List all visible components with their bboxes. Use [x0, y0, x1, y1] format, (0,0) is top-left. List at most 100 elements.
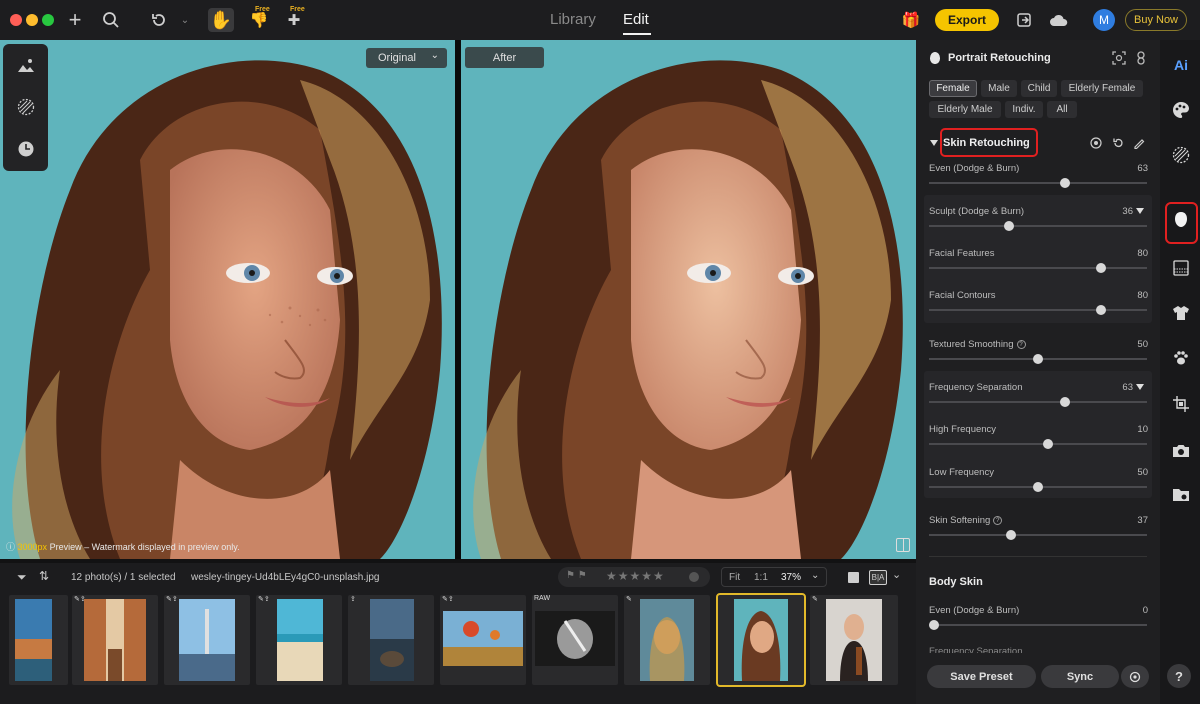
chevron-down-icon[interactable]: ⌄: [892, 568, 901, 581]
reset-icon[interactable]: [1112, 136, 1124, 148]
grain-texture-icon[interactable]: [15, 96, 37, 118]
filter-icon[interactable]: ⏷: [17, 570, 27, 585]
hand-tool-icon[interactable]: ✋: [208, 8, 234, 32]
zoom-window-button[interactable]: [42, 14, 54, 26]
slider-low-frequency[interactable]: [929, 482, 1147, 492]
slider-label-cut: Frequency Separation: [929, 646, 1023, 653]
slider-body-even[interactable]: [929, 620, 1147, 630]
sync-settings-gear-icon[interactable]: [1121, 665, 1149, 688]
camera-icon[interactable]: [1172, 442, 1190, 460]
expand-triangle-icon[interactable]: [1136, 384, 1144, 390]
edited-badge-icon: ⇪: [350, 596, 356, 603]
expand-triangle-icon[interactable]: [1136, 208, 1144, 214]
split-view-icon[interactable]: [896, 538, 910, 552]
slider-knob[interactable]: [1004, 221, 1014, 231]
chip-female[interactable]: Female: [929, 80, 977, 97]
cloud-sync-icon[interactable]: [1046, 8, 1072, 32]
link-icon[interactable]: [1134, 51, 1148, 65]
before-after-view-button[interactable]: B|A: [869, 570, 887, 585]
brush-icon[interactable]: [1133, 136, 1145, 150]
slider-skin-softening[interactable]: [929, 530, 1147, 540]
slider-frequency-separation[interactable]: [929, 397, 1147, 407]
slider-sculpt[interactable]: [929, 221, 1147, 231]
pet-paw-icon[interactable]: [1172, 349, 1190, 367]
chevron-down-icon[interactable]: ⌄: [811, 570, 819, 581]
slider-high-frequency[interactable]: [929, 439, 1147, 449]
slider-knob[interactable]: [1006, 530, 1016, 540]
gift-icon[interactable]: 🎁: [898, 8, 924, 32]
eye-icon[interactable]: [1090, 136, 1102, 149]
slider-facial-contours[interactable]: [929, 305, 1147, 315]
search-icon[interactable]: [98, 8, 124, 32]
thumbnail[interactable]: [9, 595, 68, 685]
chip-child[interactable]: Child: [1021, 80, 1057, 97]
help-button[interactable]: ?: [1167, 664, 1191, 688]
undo-icon[interactable]: [146, 8, 172, 32]
slider-even[interactable]: [929, 178, 1147, 188]
original-label: Original: [378, 52, 416, 64]
slider-knob[interactable]: [1043, 439, 1053, 449]
slider-knob[interactable]: [1033, 482, 1043, 492]
close-window-button[interactable]: [10, 14, 22, 26]
thumbnail[interactable]: ✎⇪: [440, 595, 526, 685]
slider-knob[interactable]: [1096, 263, 1106, 273]
palette-icon[interactable]: [1172, 101, 1190, 119]
original-view-dropdown[interactable]: Original ⌄: [366, 48, 447, 68]
retouched-photo[interactable]: [461, 40, 916, 559]
export-button[interactable]: Export: [935, 9, 999, 31]
chip-male[interactable]: Male: [981, 80, 1017, 97]
slider-knob[interactable]: [1096, 305, 1106, 315]
chip-individual[interactable]: Indiv.: [1005, 101, 1043, 118]
landscape-ai-icon[interactable]: [15, 54, 37, 76]
flag-icons[interactable]: ⚑ ⚑: [566, 570, 587, 581]
slider-facial-features[interactable]: [929, 263, 1147, 273]
chip-elderly-female[interactable]: Elderly Female: [1061, 80, 1143, 97]
thumbnail[interactable]: ✎: [810, 595, 898, 685]
share-export-icon[interactable]: [1011, 8, 1037, 32]
slider-knob[interactable]: [1060, 178, 1070, 188]
star-rating[interactable]: ★★★★★: [606, 569, 665, 583]
folder-settings-icon[interactable]: [1172, 486, 1190, 504]
collapse-triangle-icon[interactable]: [930, 140, 938, 146]
slider-knob[interactable]: [1033, 354, 1043, 364]
save-preset-button[interactable]: Save Preset: [927, 665, 1036, 688]
sort-icon[interactable]: ⇅: [39, 569, 49, 583]
chip-elderly-male[interactable]: Elderly Male: [929, 101, 1001, 118]
thumbnail[interactable]: ✎⇪: [72, 595, 158, 685]
gradient-mask-icon[interactable]: [1172, 259, 1190, 277]
ai-module-icon[interactable]: Ai: [1172, 56, 1190, 74]
thumbnail-selected[interactable]: [716, 593, 806, 687]
history-clock-icon[interactable]: [15, 138, 37, 160]
thumbnail[interactable]: ✎⇪: [164, 595, 250, 685]
zoom-one-to-one-button[interactable]: 1:1: [754, 572, 768, 583]
zoom-fit-button[interactable]: Fit: [729, 572, 740, 583]
thumbnail[interactable]: ✎⇪: [256, 595, 342, 685]
slider-knob[interactable]: [1060, 397, 1070, 407]
grain-icon[interactable]: [1172, 146, 1190, 164]
tab-library[interactable]: Library: [550, 11, 596, 28]
tab-edit[interactable]: Edit: [623, 11, 649, 28]
help-icon[interactable]: ?: [993, 516, 1003, 525]
thumbnail[interactable]: ✎: [624, 595, 710, 685]
crop-ai-icon[interactable]: [1172, 395, 1190, 413]
slider-knob[interactable]: [929, 620, 939, 630]
body-shirt-icon[interactable]: [1172, 304, 1190, 322]
thumbnail[interactable]: RAW: [532, 595, 618, 685]
help-icon[interactable]: ?: [1016, 340, 1026, 349]
slider-label: Even (Dodge & Burn): [929, 163, 1020, 174]
add-icon[interactable]: +: [62, 7, 88, 32]
original-photo[interactable]: [0, 40, 455, 559]
chip-all[interactable]: All: [1047, 101, 1077, 118]
minimize-window-button[interactable]: [26, 14, 38, 26]
avatar[interactable]: M: [1093, 9, 1115, 31]
color-label-dot[interactable]: [689, 572, 699, 582]
buy-now-button[interactable]: Buy Now: [1125, 9, 1187, 31]
zoom-percent[interactable]: 37%: [781, 572, 801, 583]
undo-history-chevron-icon[interactable]: ⌄: [172, 8, 198, 32]
face-detect-icon[interactable]: [1112, 51, 1126, 65]
single-view-icon[interactable]: [848, 572, 859, 583]
sync-button[interactable]: Sync: [1041, 665, 1119, 688]
slider-label: Sculpt (Dodge & Burn): [929, 206, 1025, 217]
thumbnail[interactable]: ⇪: [348, 595, 434, 685]
slider-textured-smoothing[interactable]: [929, 354, 1147, 364]
